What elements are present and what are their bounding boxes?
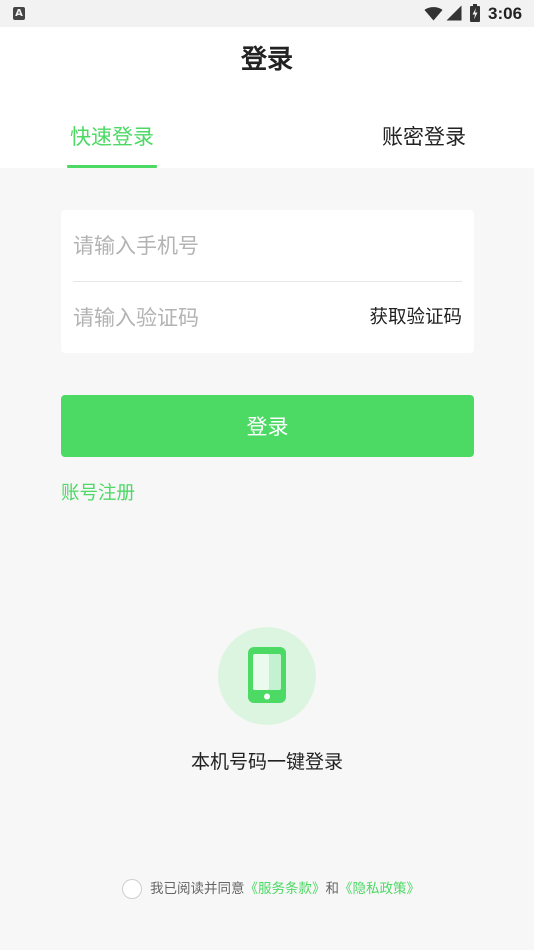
register-link[interactable]: 账号注册 bbox=[61, 482, 135, 506]
status-time: 3:06 bbox=[488, 4, 523, 23]
privacy-policy-link[interactable]: 《隐私政策》 bbox=[339, 881, 420, 897]
status-bar: A 3:06 bbox=[0, 0, 534, 27]
a-icon: A bbox=[13, 7, 25, 20]
tab-password-login[interactable]: 账密登录 bbox=[378, 118, 470, 168]
tab-active-indicator bbox=[67, 165, 157, 168]
get-code-button[interactable]: 获取验证码 bbox=[369, 282, 462, 353]
page-title: 登录 bbox=[240, 45, 293, 75]
tab-quick-login[interactable]: 快速登录 bbox=[67, 118, 157, 168]
tab-label: 快速登录 bbox=[70, 125, 154, 149]
phone-number-input[interactable] bbox=[73, 210, 462, 281]
one-click-login-button[interactable] bbox=[218, 627, 316, 725]
terms-of-service-link[interactable]: 《服务条款》 bbox=[245, 881, 326, 897]
agreement-conjunction: 和 bbox=[325, 881, 340, 897]
signal-icon bbox=[446, 5, 462, 21]
agreement-checkbox[interactable] bbox=[122, 879, 142, 899]
tab-label: 账密登录 bbox=[382, 125, 466, 149]
agreement-row: 我已阅读并同意《服务条款》和《隐私政策》 bbox=[122, 879, 420, 899]
agreement-prefix: 我已阅读并同意 bbox=[150, 881, 245, 897]
phone-icon bbox=[248, 647, 286, 703]
login-button[interactable]: 登录 bbox=[61, 395, 474, 457]
verification-code-input[interactable] bbox=[73, 282, 353, 353]
login-form-card: 获取验证码 bbox=[61, 210, 474, 353]
agreement-text: 我已阅读并同意《服务条款》和《隐私政策》 bbox=[150, 879, 420, 899]
wifi-icon bbox=[424, 7, 443, 21]
one-click-login-label[interactable]: 本机号码一键登录 bbox=[0, 750, 534, 774]
battery-charging-icon bbox=[470, 4, 480, 22]
